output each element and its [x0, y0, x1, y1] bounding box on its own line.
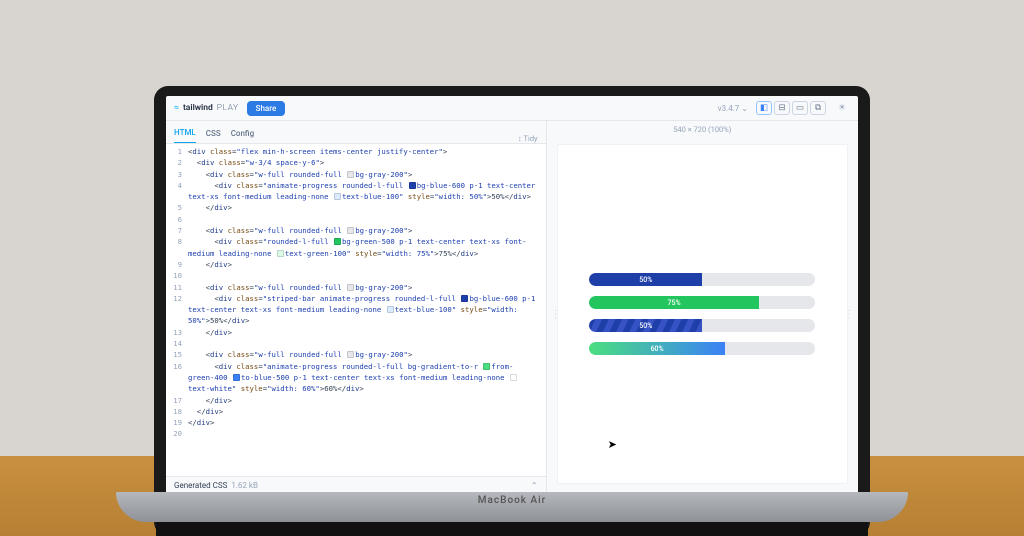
- tab-html[interactable]: HTML: [174, 123, 196, 143]
- app-window: ≈ tailwindPLAY Share v3.4.7 ⌄ ◧ ⊟ ▭ ⧉ ☀ …: [166, 96, 858, 494]
- share-button[interactable]: Share: [247, 101, 286, 116]
- layout-side-by-side-icon[interactable]: ◧: [756, 101, 772, 115]
- progress-fill: 60%: [589, 342, 724, 355]
- preview-pane: 540 × 720 (100%) ⋮ ⋮ 50% 75% 50% 60% ➤: [547, 121, 858, 494]
- code-line[interactable]: 4 <div class="animate-progress rounded-l…: [166, 180, 546, 203]
- progress-bars-group: 50% 75% 50% 60%: [589, 273, 815, 355]
- code-line[interactable]: 13 </div>: [166, 327, 546, 338]
- footer-size: 1.62 kB: [231, 481, 258, 490]
- brand-name: tailwind: [183, 103, 213, 113]
- code-line[interactable]: 9 </div>: [166, 259, 546, 270]
- code-line[interactable]: 15 <div class="w-full rounded-full bg-gr…: [166, 349, 546, 360]
- screen-bezel: ≈ tailwindPLAY Share v3.4.7 ⌄ ◧ ⊟ ▭ ⧉ ☀ …: [154, 86, 870, 536]
- tidy-button[interactable]: ↕ Tidy: [518, 134, 538, 143]
- version-selector[interactable]: v3.4.7 ⌄: [718, 104, 748, 113]
- laptop-hinge: MacBook Air: [116, 492, 908, 522]
- editor-tabs: HTML CSS Config ↕ Tidy: [166, 121, 546, 144]
- progress-fill: 50%: [589, 273, 702, 286]
- progress-bar: 50%: [589, 319, 815, 332]
- tab-css[interactable]: CSS: [206, 124, 221, 143]
- progress-bar: 75%: [589, 296, 815, 309]
- progress-fill: 50%: [589, 319, 702, 332]
- code-line[interactable]: 8 <div class="rounded-l-full bg-green-50…: [166, 236, 546, 259]
- topbar: ≈ tailwind PLAY Share v3.4.7 ⌄ ◧ ⊟ ▭ ⧉ ☀: [166, 96, 858, 121]
- progress-bar: 50%: [589, 273, 815, 286]
- code-line[interactable]: 6: [166, 214, 546, 225]
- progress-fill: 75%: [589, 296, 758, 309]
- preview-dimensions: 540 × 720 (100%): [547, 121, 858, 138]
- progress-bar: 60%: [589, 342, 815, 355]
- layout-preview-icon[interactable]: ▭: [792, 101, 808, 115]
- code-line[interactable]: 17 </div>: [166, 395, 546, 406]
- code-line[interactable]: 12 <div class="striped-bar animate-progr…: [166, 293, 546, 327]
- layout-responsive-icon[interactable]: ⧉: [810, 101, 826, 115]
- layout-stacked-icon[interactable]: ⊟: [774, 101, 790, 115]
- laptop-model-label: MacBook Air: [116, 492, 908, 506]
- code-line[interactable]: 20: [166, 428, 546, 439]
- code-line[interactable]: 19</div>: [166, 417, 546, 428]
- resize-handle-right-icon[interactable]: ⋮: [844, 309, 854, 320]
- code-line[interactable]: 3 <div class="w-full rounded-full bg-gra…: [166, 169, 546, 180]
- code-line[interactable]: 10: [166, 270, 546, 281]
- main-split: HTML CSS Config ↕ Tidy 1<div class="flex…: [166, 121, 858, 494]
- keyboard-strip: [156, 522, 868, 536]
- brand[interactable]: ≈ tailwind PLAY: [174, 103, 239, 113]
- code-line[interactable]: 11 <div class="w-full rounded-full bg-gr…: [166, 282, 546, 293]
- code-line[interactable]: 5 </div>: [166, 202, 546, 213]
- resize-handle-left-icon[interactable]: ⋮: [551, 309, 561, 320]
- preview-canvas[interactable]: ⋮ ⋮ 50%75%50%60% ➤: [557, 144, 848, 484]
- code-line[interactable]: 14: [166, 338, 546, 349]
- code-line[interactable]: 7 <div class="w-full rounded-full bg-gra…: [166, 225, 546, 236]
- theme-toggle-icon[interactable]: ☀: [834, 100, 850, 116]
- tab-config[interactable]: Config: [231, 124, 254, 143]
- footer-label: Generated CSS: [174, 481, 227, 490]
- code-editor[interactable]: 1<div class="flex min-h-screen items-cen…: [166, 144, 546, 476]
- editor-pane: HTML CSS Config ↕ Tidy 1<div class="flex…: [166, 121, 547, 494]
- code-line[interactable]: 2 <div class="w-3/4 space-y-6">: [166, 157, 546, 168]
- chevron-up-icon: ⌃: [531, 481, 538, 490]
- code-line[interactable]: 1<div class="flex min-h-screen items-cen…: [166, 146, 546, 157]
- layout-toggle-group: ◧ ⊟ ▭ ⧉: [756, 101, 826, 115]
- laptop: ≈ tailwindPLAY Share v3.4.7 ⌄ ◧ ⊟ ▭ ⧉ ☀ …: [154, 86, 870, 536]
- code-line[interactable]: 18 </div>: [166, 406, 546, 417]
- tailwind-logo-icon: ≈: [174, 103, 179, 113]
- brand-suffix: PLAY: [217, 103, 239, 113]
- code-line[interactable]: 16 <div class="animate-progress rounded-…: [166, 361, 546, 395]
- mouse-cursor-icon: ➤: [608, 438, 617, 451]
